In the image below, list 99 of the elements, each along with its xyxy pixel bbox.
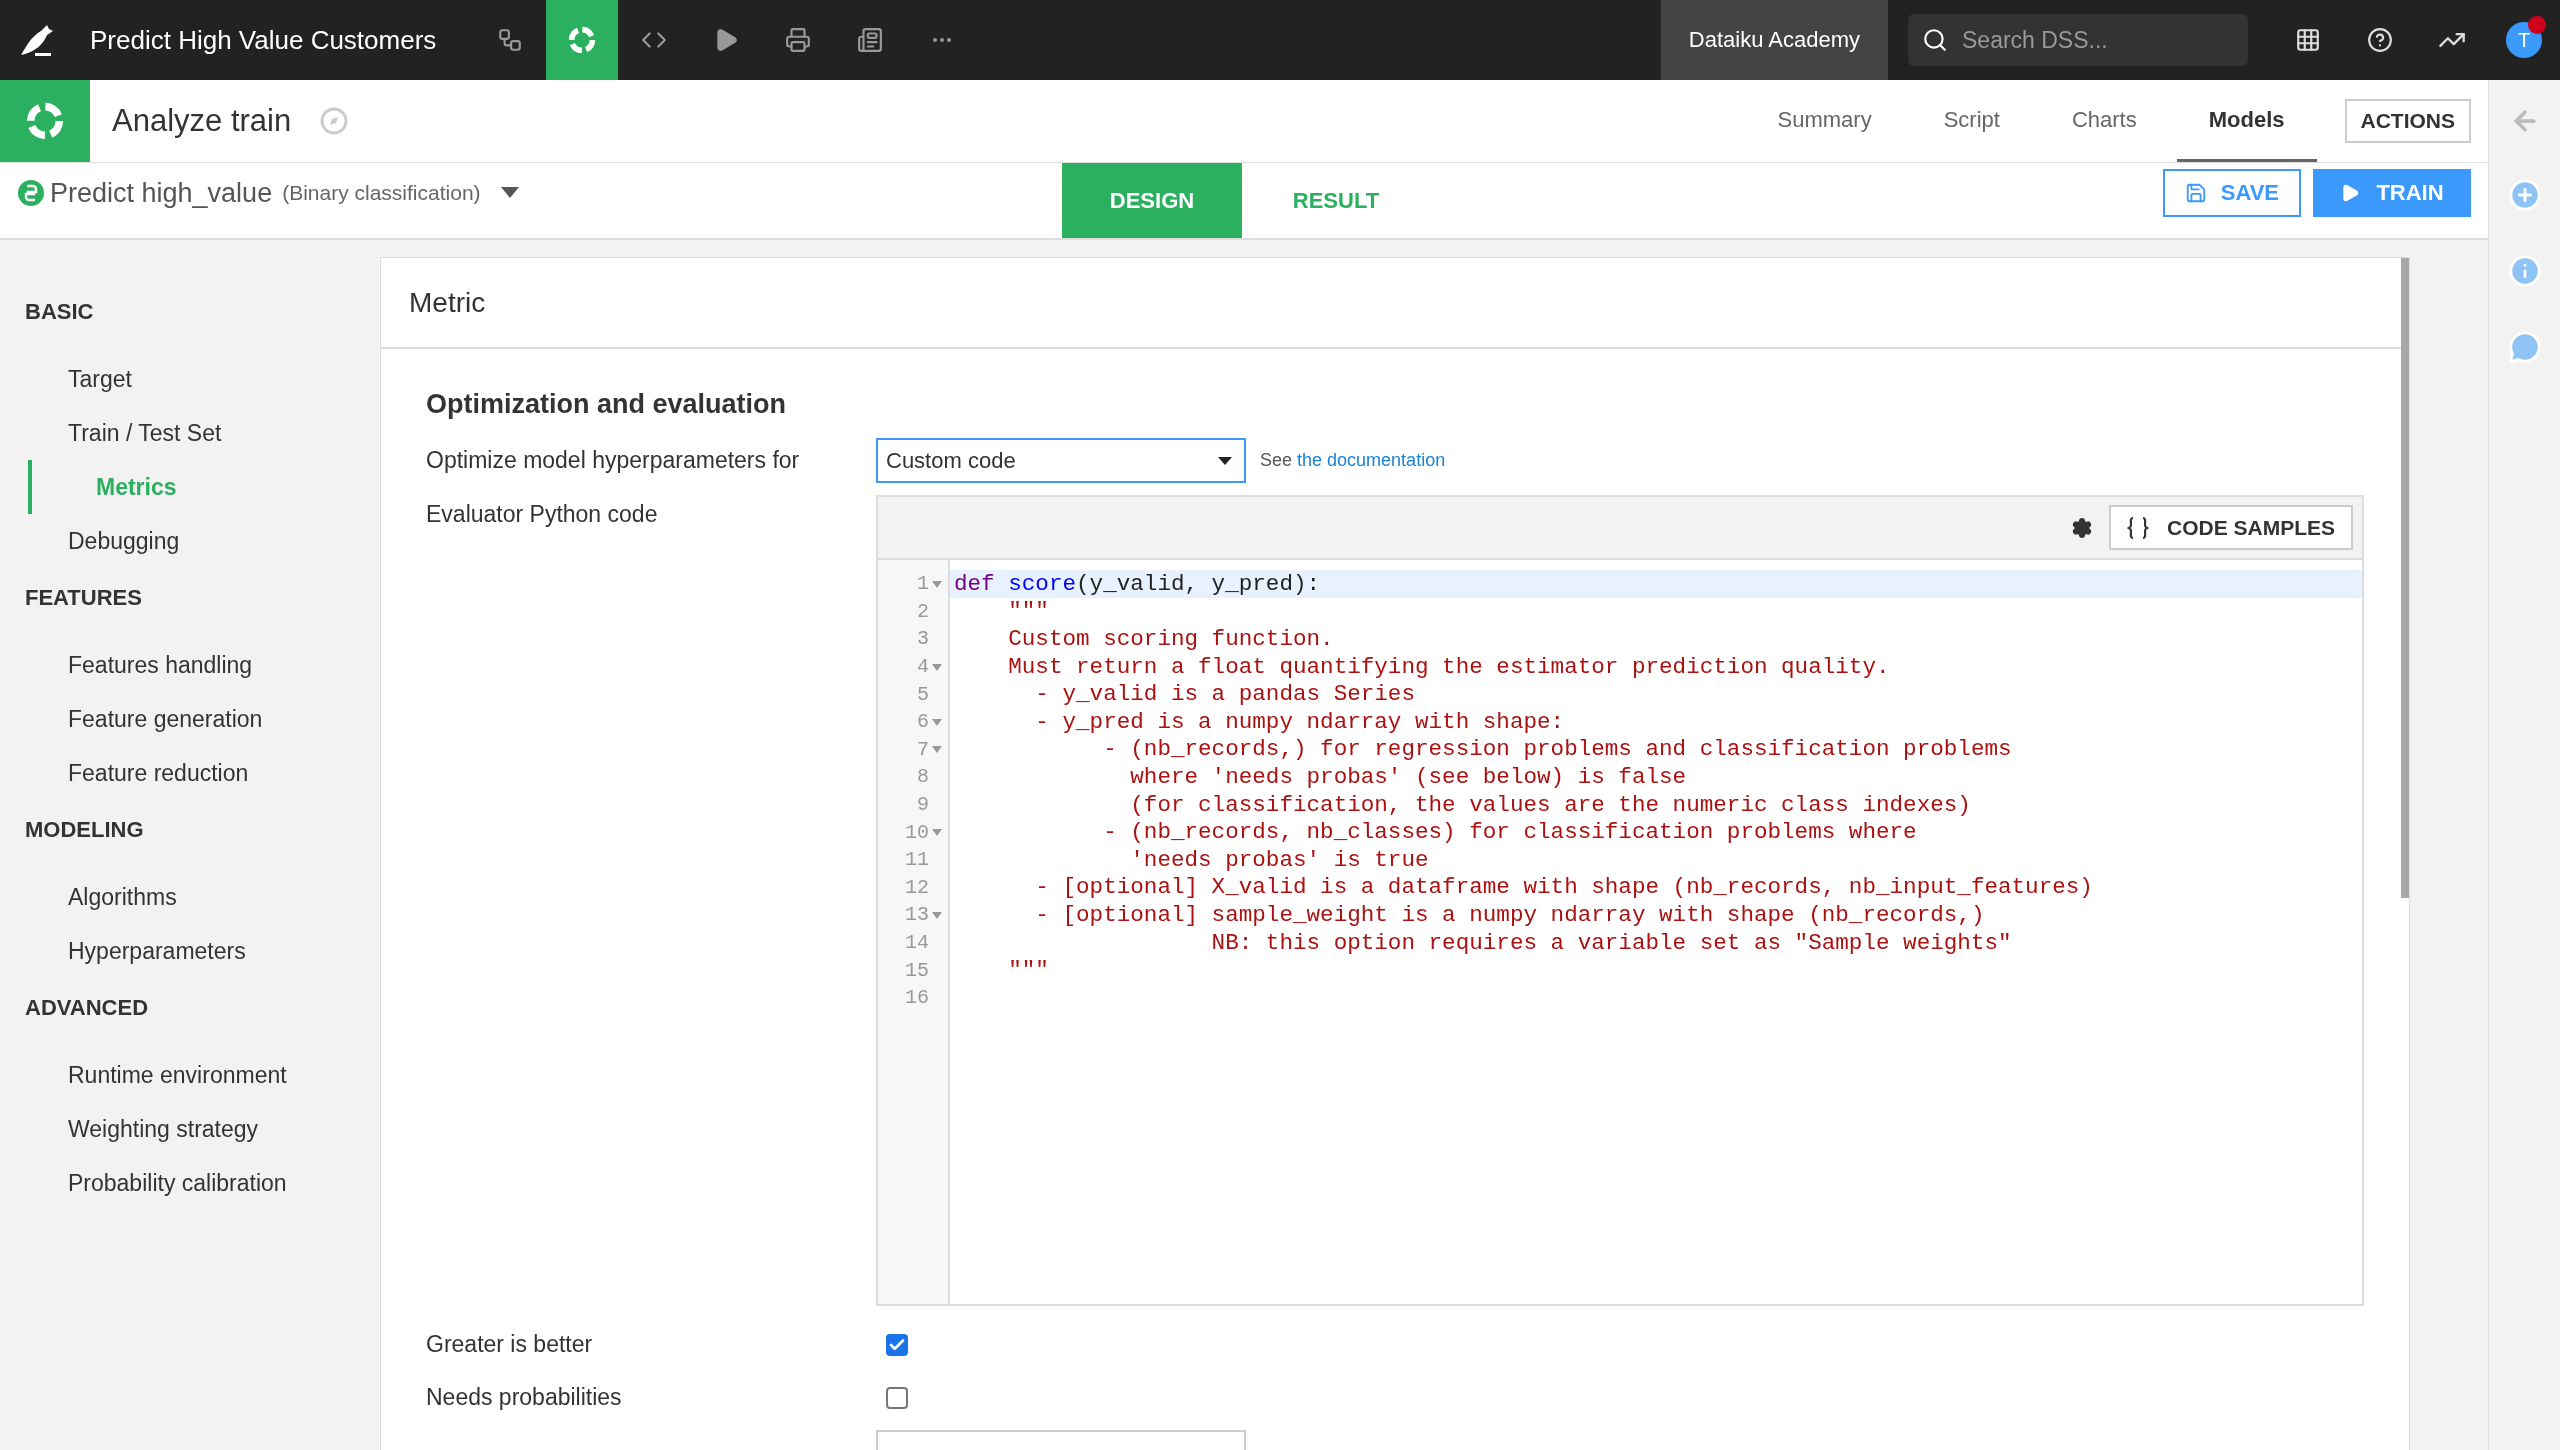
task-type: (Binary classification) (282, 181, 481, 205)
python-icon (18, 180, 44, 206)
instance-button[interactable]: Dataiku Academy (1660, 0, 1888, 80)
sidebar-item[interactable]: Weighting strategy (0, 1102, 380, 1156)
info-button[interactable] (2507, 254, 2542, 288)
sidebar-item[interactable]: Hyperparameters (0, 924, 380, 978)
line-number: 2 (917, 599, 929, 623)
field-label: Evaluator Python code (426, 500, 659, 528)
add-button[interactable] (2507, 178, 2542, 212)
code-line: """ (1007, 957, 1049, 984)
sidebar-section-title: ADVANCED (24, 994, 150, 1022)
line-number: 15 (905, 958, 929, 982)
line-number: 11 (905, 848, 929, 872)
line-number: 14 (905, 931, 929, 954)
field-label: Optimize model hyperparameters for (426, 447, 801, 474)
code-samples-button[interactable]: CODE SAMPLES (2108, 505, 2353, 550)
code-line: def score(y_valid, y_pred): (954, 570, 1321, 597)
analysis-title: Analyze train (112, 103, 292, 139)
chat-icon (2507, 330, 2542, 364)
sidebar-item[interactable]: Feature reduction (0, 746, 380, 800)
code-line: - [optional] X_valid is a dataframe with shape (nb_records, nb_input_features) (1034, 874, 2093, 901)
line-number: 16 (905, 986, 929, 1010)
card-title: Metric (409, 286, 486, 319)
line-number: 4 (917, 655, 929, 679)
sidebar-item[interactable]: Algorithms (0, 870, 380, 924)
sidebar-item[interactable]: Feature generation (0, 692, 380, 746)
sidebar-section-title: MODELING (24, 816, 145, 844)
line-number: 6 (917, 710, 929, 734)
caret-icon (1218, 456, 1232, 465)
code-line: (for classification, the values are the numeric class indexes) (1129, 791, 1971, 818)
save-icon (2184, 182, 2207, 204)
compass-icon[interactable] (319, 106, 350, 136)
fold-icon[interactable] (932, 909, 942, 920)
nav-button[interactable] (546, 0, 619, 80)
code-line: - (nb_records,) for regression problems and classification problems (1102, 736, 2012, 763)
code-line: - y_pred is a numpy ndarray with shape: (1034, 708, 1565, 735)
line-number: 13 (905, 903, 929, 927)
search-icon (1922, 27, 1948, 53)
option-label: Greater is better (426, 1331, 594, 1358)
sidebar-item[interactable]: Runtime environment (0, 1048, 380, 1102)
code-line: - [optional] sample_weight is a numpy ndarray with shape (nb_records,) (1034, 901, 1985, 928)
metric-select[interactable]: Custom code (876, 438, 1246, 483)
line-number: 3 (917, 627, 929, 651)
flow-icon (497, 27, 524, 53)
line-number: 5 (917, 682, 929, 706)
code-line: Must return a float quantifying the estimator prediction quality. (1007, 653, 1890, 680)
caret-icon (500, 187, 519, 199)
fold-icon[interactable] (932, 661, 942, 672)
braces-icon (2126, 515, 2149, 540)
sidebar-item[interactable]: Debugging (0, 514, 380, 568)
fold-icon[interactable] (932, 578, 942, 589)
dashboard-icon (857, 27, 884, 53)
option-label: Needs probabilities (426, 1384, 623, 1411)
chat-button[interactable] (2507, 330, 2542, 364)
sidebar-item[interactable]: Probability calibration (0, 1156, 380, 1210)
sidebar-section-title: BASIC (24, 298, 95, 326)
code-line: """ (1007, 598, 1049, 625)
printer-icon (785, 27, 812, 53)
sidebar-item[interactable]: Target (0, 352, 380, 406)
scrollbar-thumb[interactable] (2401, 258, 2409, 898)
sidebar-section-title: FEATURES (24, 584, 143, 612)
line-number: 10 (905, 820, 929, 844)
line-number: 1 (917, 572, 929, 596)
code-line: NB: this option requires a variable set as "Sample weights" (1210, 929, 2012, 956)
plus-icon (2507, 178, 2542, 212)
help-icon (2367, 27, 2393, 53)
code-line: where 'needs probas' (see below) is false (1129, 763, 1687, 790)
documentation-link[interactable]: the documentation (1297, 450, 1446, 470)
doc-hint: See the documentation (1260, 450, 1446, 471)
code-line: 'needs probas' is true (1129, 846, 1429, 873)
search-field[interactable]: Search DSS... (1908, 14, 2248, 66)
code-editor[interactable] (876, 495, 2364, 1306)
line-number: 7 (917, 737, 929, 761)
task-title: Predict high_value (50, 177, 273, 209)
line-number: 8 (917, 765, 929, 789)
more-icon (933, 38, 952, 42)
info-icon (2507, 254, 2542, 288)
checkbox[interactable] (886, 1333, 908, 1356)
section-title: Optimization and evaluation (426, 389, 788, 420)
play-icon (2340, 183, 2361, 203)
fold-icon[interactable] (932, 744, 942, 755)
code-line: - (nb_records, nb_classes) for classification problems where (1102, 819, 1917, 846)
line-number: 9 (917, 793, 929, 817)
task-dropdown[interactable] (500, 187, 519, 199)
fold-icon[interactable] (932, 716, 942, 727)
project-title: Predict High Value Customers (90, 24, 437, 56)
code-line: - y_valid is a pandas Series (1034, 681, 1415, 708)
code-line: Custom scoring function. (1007, 626, 1334, 652)
header-tab[interactable]: Script (1911, 80, 2032, 162)
line-number: 12 (905, 875, 929, 899)
sidebar-item[interactable]: Features handling (0, 638, 380, 692)
actions-button[interactable]: ACTIONS (2344, 99, 2471, 143)
fold-icon[interactable] (932, 827, 942, 838)
sidebar-item[interactable]: Train / Test Set (0, 406, 380, 460)
header-tab[interactable]: Charts (2039, 80, 2169, 162)
grid-icon (2295, 27, 2321, 53)
header-tab[interactable]: Summary (1745, 80, 1904, 162)
settings-icon (2070, 516, 2093, 539)
checkbox[interactable] (886, 1386, 908, 1409)
